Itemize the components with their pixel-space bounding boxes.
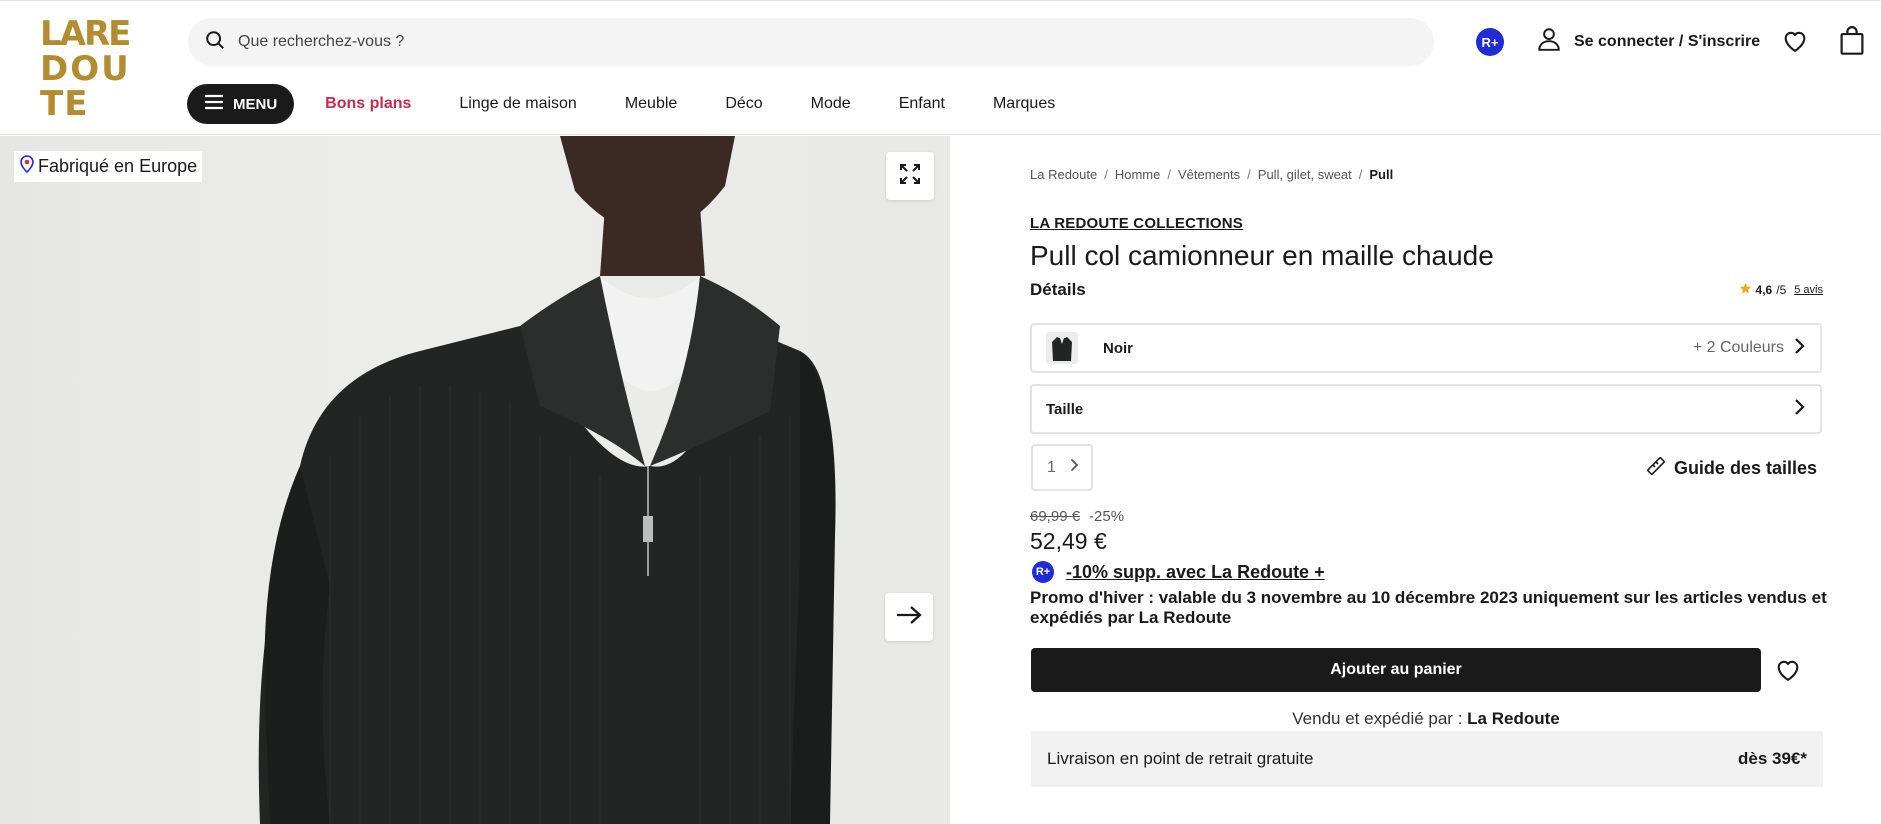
- size-label: Taille: [1046, 400, 1084, 418]
- menu-label: MENU: [233, 95, 278, 113]
- delivery-threshold: dès 39€*: [1738, 749, 1807, 768]
- nav-item-linge-de-maison[interactable]: Linge de maison: [459, 95, 576, 113]
- product-image-gallery[interactable]: Fabriqué en Europe: [0, 136, 950, 824]
- rplus-icon[interactable]: R+: [1476, 28, 1504, 56]
- fullscreen-button[interactable]: [886, 152, 934, 200]
- star-icon: [1739, 282, 1752, 298]
- old-price-block: 69,99 € -25%: [1030, 508, 1124, 525]
- seller-name: La Redoute: [1467, 709, 1560, 728]
- wishlist-icon[interactable]: [1781, 27, 1809, 60]
- reviews-link[interactable]: 5 avis: [1794, 284, 1823, 296]
- search-bar[interactable]: [188, 18, 1434, 66]
- nav-item-deco[interactable]: Déco: [725, 95, 762, 113]
- seller-info: Vendu et expédié par : La Redoute: [1030, 709, 1822, 729]
- delivery-info: Livraison en point de retrait gratuite d…: [1031, 731, 1823, 787]
- quantity-selector[interactable]: 1: [1031, 444, 1093, 491]
- login-label[interactable]: Se connecter / S'inscrire: [1574, 33, 1760, 51]
- color-selector[interactable]: Noir + 2 Couleurs: [1030, 323, 1822, 373]
- details-link[interactable]: Détails: [1030, 280, 1086, 300]
- product-title: Pull col camionneur en maille chaude: [1030, 240, 1494, 271]
- product-brand-link[interactable]: LA REDOUTE COLLECTIONS: [1030, 215, 1243, 232]
- cart-bag-icon[interactable]: [1838, 26, 1866, 61]
- delivery-label: Livraison en point de retrait gratuite: [1047, 749, 1314, 768]
- current-price: 52,49 €: [1030, 528, 1107, 554]
- made-in-label: Fabriqué en Europe: [38, 156, 198, 176]
- size-guide-link[interactable]: Guide des tailles: [1646, 456, 1817, 481]
- add-to-cart-button[interactable]: Ajouter au panier: [1031, 648, 1761, 692]
- rplus-offer-label[interactable]: -10% supp. avec La Redoute +: [1066, 562, 1325, 583]
- location-pin-icon: [19, 155, 35, 178]
- quantity-value: 1: [1047, 458, 1056, 476]
- discount-percent: -25%: [1089, 508, 1125, 525]
- ruler-icon: [1646, 456, 1666, 481]
- made-in-europe-badge: Fabriqué en Europe: [14, 151, 203, 182]
- promo-description: Promo d'hiver : valable du 3 novembre au…: [1030, 588, 1827, 627]
- main-nav: MENU Bons plans Linge de maison Meuble D…: [187, 84, 1055, 124]
- seller-prefix: Vendu et expédié par :: [1292, 709, 1463, 728]
- size-guide-label: Guide des tailles: [1673, 458, 1817, 478]
- nav-item-bons-plans[interactable]: Bons plans: [325, 95, 411, 113]
- rating-scale: /5: [1776, 283, 1787, 297]
- breadcrumb-item[interactable]: Homme: [1115, 167, 1161, 182]
- selected-color-label: Noir: [1103, 339, 1133, 357]
- search-icon: [204, 29, 226, 56]
- breadcrumb-item[interactable]: La Redoute: [1030, 167, 1097, 182]
- nav-item-enfant[interactable]: Enfant: [899, 95, 945, 113]
- breadcrumb-current: Pull: [1369, 167, 1394, 182]
- search-input[interactable]: [238, 33, 1338, 51]
- login-link[interactable]: Se connecter / S'inscrire: [1536, 26, 1760, 57]
- nav-item-marques[interactable]: Marques: [993, 95, 1055, 113]
- arrow-right-icon: [896, 605, 922, 630]
- chevron-right-icon: [1794, 337, 1806, 360]
- old-price: 69,99 €: [1030, 508, 1081, 525]
- rplus-offer-link[interactable]: R+ -10% supp. avec La Redoute +: [1032, 561, 1325, 583]
- la-redoute-logo[interactable]: LARE DOU TE: [40, 17, 152, 123]
- nav-item-mode[interactable]: Mode: [811, 95, 851, 113]
- rating-score: 4,6: [1755, 283, 1773, 297]
- breadcrumb-item[interactable]: Vêtements: [1178, 167, 1240, 182]
- chevron-right-icon: [1794, 398, 1806, 421]
- more-colors-label: + 2 Couleurs: [1692, 339, 1784, 356]
- size-selector[interactable]: Taille: [1030, 384, 1822, 434]
- user-icon: [1536, 26, 1562, 57]
- menu-button[interactable]: MENU: [187, 84, 295, 124]
- add-to-wishlist-icon[interactable]: [1774, 656, 1802, 689]
- nav-item-meuble[interactable]: Meuble: [625, 95, 677, 113]
- color-swatch-thumbnail: [1046, 332, 1078, 364]
- next-image-button[interactable]: [885, 593, 933, 641]
- breadcrumb-item[interactable]: Pull, gilet, sweat: [1258, 167, 1352, 182]
- expand-icon: [898, 162, 922, 191]
- site-header: LARE DOU TE R+ Se connecter / S'inscrire…: [0, 0, 1881, 135]
- product-rating[interactable]: 4,6 /5 5 avis: [1739, 282, 1823, 298]
- hamburger-icon: [204, 94, 224, 114]
- product-photo: [258, 136, 836, 824]
- breadcrumb: La Redoute / Homme / Vêtements / Pull, gile…: [1030, 167, 1394, 182]
- rplus-icon: R+: [1032, 561, 1054, 583]
- chevron-right-icon: [1070, 458, 1079, 477]
